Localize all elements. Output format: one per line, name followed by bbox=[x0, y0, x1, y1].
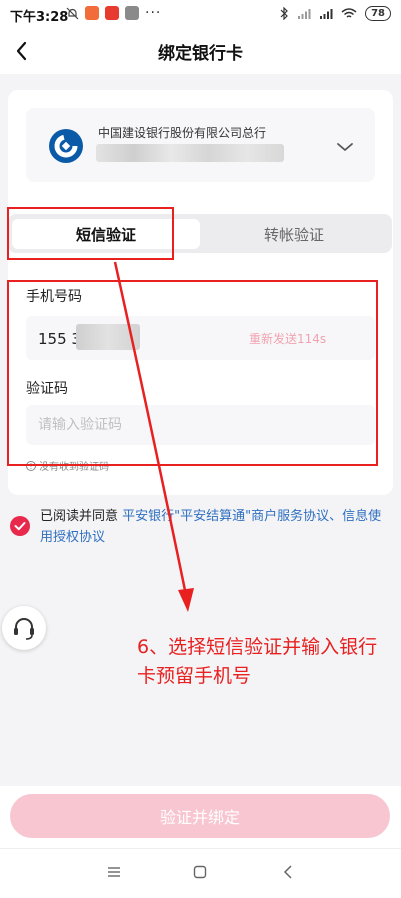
verify-bind-button[interactable]: 验证并绑定 bbox=[10, 794, 390, 838]
system-nav-bar bbox=[0, 848, 401, 898]
annotation-arrow-icon bbox=[113, 261, 194, 612]
home-icon[interactable] bbox=[193, 865, 207, 879]
annotation-instruction: 6、选择短信验证并输入银行卡预留手机号 bbox=[137, 636, 378, 687]
back-nav-icon[interactable] bbox=[282, 864, 294, 880]
menu-icon[interactable] bbox=[107, 865, 121, 879]
